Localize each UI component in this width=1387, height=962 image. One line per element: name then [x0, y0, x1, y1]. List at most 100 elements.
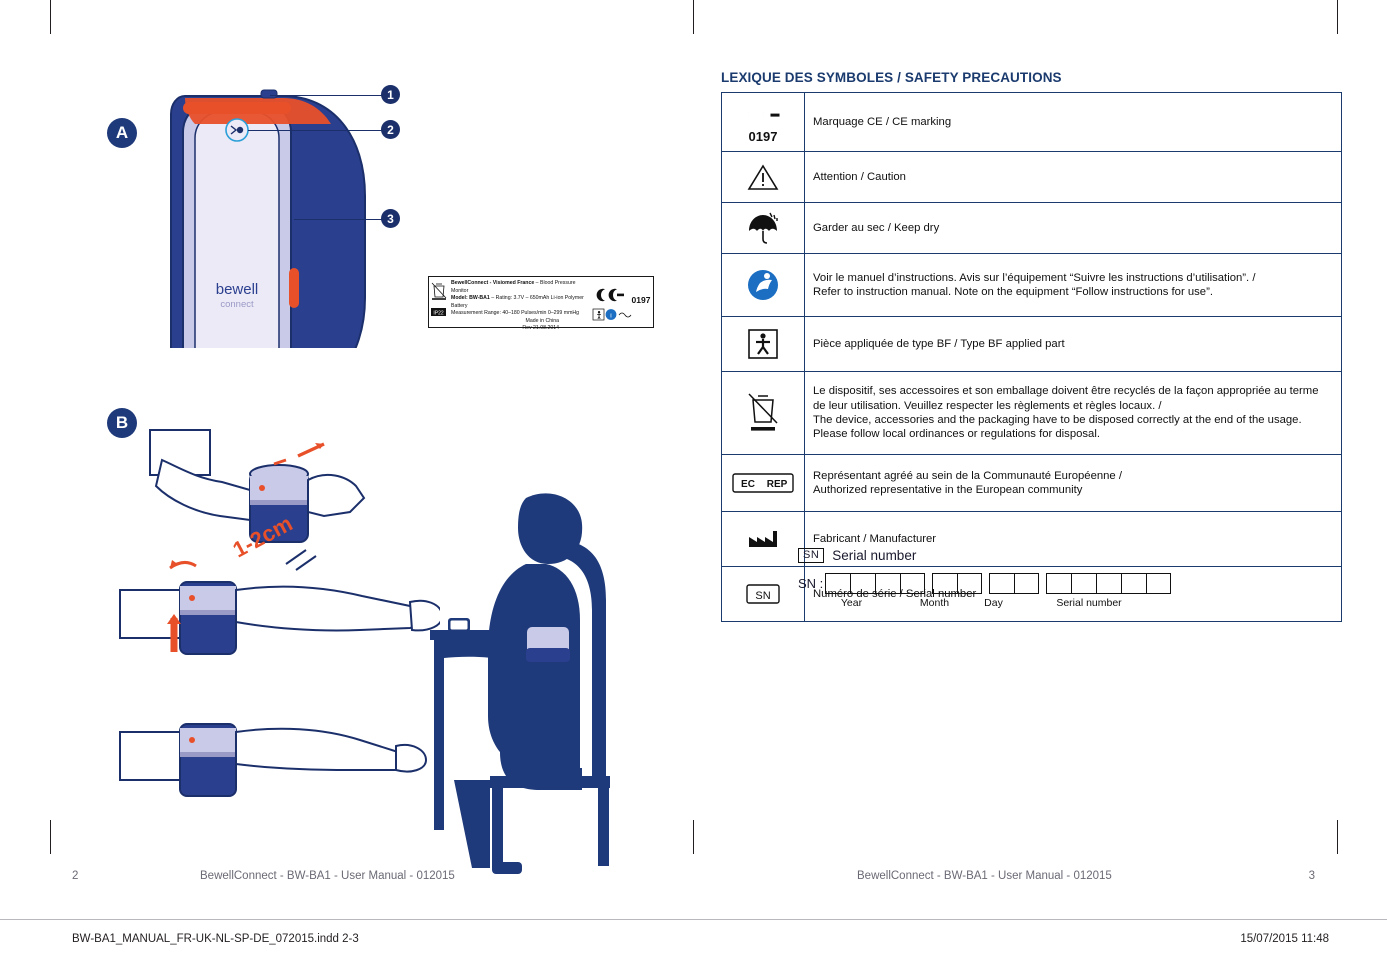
sn-label-serial: Serial number [1056, 597, 1122, 609]
right-page: LEXIQUE DES SYMBOLES / SAFETY PRECAUTION… [694, 0, 1387, 920]
sn-prefix: SN : [798, 576, 824, 591]
sn-group-labels: Year Month Day Serial number [798, 597, 1178, 609]
right-page-number: 3 [1308, 870, 1315, 882]
symbols-table: 0197 Marquage CE / CE marking Attention … [721, 92, 1342, 622]
symbol-description: Représentant agréé au sein de la Communa… [804, 454, 1342, 512]
ec-rep-icon: EC REP [721, 454, 805, 512]
sn-box[interactable] [989, 573, 1015, 594]
sn-box[interactable] [875, 573, 901, 594]
sn-box[interactable] [1071, 573, 1097, 594]
symbol-description: Le dispositif, ses accessoires et son em… [804, 371, 1342, 455]
table-row: Voir le manuel d’instructions. Avis sur … [721, 253, 1342, 317]
svg-text:bewell: bewell [216, 281, 259, 298]
left-page-number: 2 [72, 870, 79, 882]
sn-box[interactable] [932, 573, 958, 594]
left-page-footer: BewellConnect - BW-BA1 - User Manual - 0… [200, 870, 455, 882]
label-brand: BewellConnect - Visiomed France [451, 280, 535, 286]
table-row: Pièce appliquée de type BF / Type BF app… [721, 316, 1342, 372]
ce-number-text: 0197 [749, 129, 778, 144]
ec-rep-glyph: EC REP [732, 473, 794, 493]
sn-box[interactable] [850, 573, 876, 594]
product-label: IP22 BewellConnect - Visiomed France – B… [428, 276, 654, 331]
crossed-bin-glyph [748, 393, 778, 431]
warning-triangle-glyph [747, 164, 779, 190]
figure-badge-a: A [107, 118, 137, 148]
type-bf-glyph [748, 329, 778, 359]
page-title: LEXIQUE DES SYMBOLES / SAFETY PRECAUTION… [721, 70, 1062, 85]
callout-2-label: 2 [387, 122, 394, 137]
svg-text:connect: connect [220, 299, 254, 310]
symbol-description: Pièce appliquée de type BF / Type BF app… [804, 316, 1342, 372]
callout-2: 2 [381, 120, 400, 139]
product-label-marks: 0197 i [591, 277, 653, 327]
sn-group-month[interactable] [932, 573, 983, 594]
serial-number-sn-icon: SN [721, 566, 805, 622]
sn-input-boxes[interactable] [825, 573, 1178, 594]
weee-crossed-bin-icon [721, 371, 805, 455]
table-row: Garder au sec / Keep dry [721, 202, 1342, 254]
type-bf-applied-part-icon [721, 316, 805, 372]
sn-tag: SN [798, 548, 825, 563]
sn-group-serial[interactable] [1046, 573, 1172, 594]
symbol-description: Voir le manuel d’instructions. Avis sur … [804, 253, 1342, 317]
label-model: Model: BW-BA1 [451, 295, 490, 302]
sn-box[interactable] [1096, 573, 1122, 594]
manual-spread: A bewell connect 1 2 3 IP22 BewellConnec… [0, 0, 1387, 962]
label-revision: Rev 21.08.2014 [522, 325, 559, 332]
sn-label-year: Year [840, 597, 863, 609]
figure-b-application-steps: 1-2cm [119, 429, 440, 797]
figure-badge-a-label: A [115, 123, 129, 142]
sn-title: Serial number [832, 548, 917, 563]
sn-box[interactable] [900, 573, 926, 594]
sn-group-year[interactable] [825, 573, 926, 594]
symbol-description: Marquage CE / CE marking [804, 92, 1342, 152]
callout-1: 1 [381, 85, 400, 104]
print-info-bar: BW-BA1_MANUAL_FR-UK-NL-SP-DE_072015.indd… [0, 919, 1387, 962]
sn-box[interactable] [1014, 573, 1040, 594]
sn-group-day[interactable] [989, 573, 1040, 594]
serial-number-block: SN Serial number SN : Year Month Day Ser… [798, 548, 1178, 609]
sn-box[interactable] [957, 573, 983, 594]
svg-text:EC: EC [741, 479, 755, 490]
callout-1-label: 1 [387, 87, 394, 102]
umbrella-glyph [749, 212, 778, 244]
left-page: A bewell connect 1 2 3 IP22 BewellConnec… [0, 0, 693, 920]
figure-seated-person [430, 493, 610, 874]
table-row: 0197 Marquage CE / CE marking [721, 92, 1342, 152]
sn-label-day: Day [984, 597, 1003, 609]
callout-leader-3 [294, 219, 382, 220]
manufacturer-factory-icon [721, 511, 805, 567]
table-row: Attention / Caution [721, 151, 1342, 203]
ce-mark-icon: 0197 [721, 92, 805, 152]
sn-box[interactable] [1146, 573, 1172, 594]
warning-triangle-icon [721, 151, 805, 203]
sn-box[interactable] [1046, 573, 1072, 594]
sn-box[interactable] [825, 573, 851, 594]
factory-glyph [749, 531, 777, 547]
print-file-name: BW-BA1_MANUAL_FR-UK-NL-SP-DE_072015.indd… [72, 933, 359, 945]
label-ce-number: 0197 [632, 295, 651, 305]
ce-and-symbol-marks: 0197 i [592, 286, 651, 321]
label-made-in: Made in China [525, 317, 559, 324]
consult-instructions-icon [721, 253, 805, 317]
weee-and-ip-icons: IP22 [431, 282, 447, 316]
print-timestamp: 15/07/2015 11:48 [1240, 933, 1329, 945]
callout-3: 3 [381, 209, 400, 228]
ce-mark-glyph: 0197 [747, 104, 780, 144]
callout-leader-2 [248, 130, 382, 131]
table-row: Le dispositif, ses accessoires et son em… [721, 371, 1342, 455]
right-page-footer: BewellConnect - BW-BA1 - User Manual - 0… [857, 870, 1112, 882]
symbol-description: Attention / Caution [804, 151, 1342, 203]
product-label-icons: IP22 [429, 277, 449, 327]
sn-box[interactable] [1121, 573, 1147, 594]
ip-code-text: IP22 [433, 310, 444, 316]
svg-text:i: i [610, 312, 611, 319]
table-row: EC REP Représentant agréé au sein de la … [721, 454, 1342, 512]
keep-dry-umbrella-icon [721, 202, 805, 254]
callout-leader-1 [270, 95, 382, 96]
sn-icon-text: SN [755, 590, 770, 602]
callout-3-label: 3 [387, 211, 394, 226]
product-label-text: BewellConnect - Visiomed France – Blood … [449, 277, 591, 331]
consult-instructions-glyph [748, 270, 778, 300]
sn-glyph: SN [746, 584, 780, 604]
